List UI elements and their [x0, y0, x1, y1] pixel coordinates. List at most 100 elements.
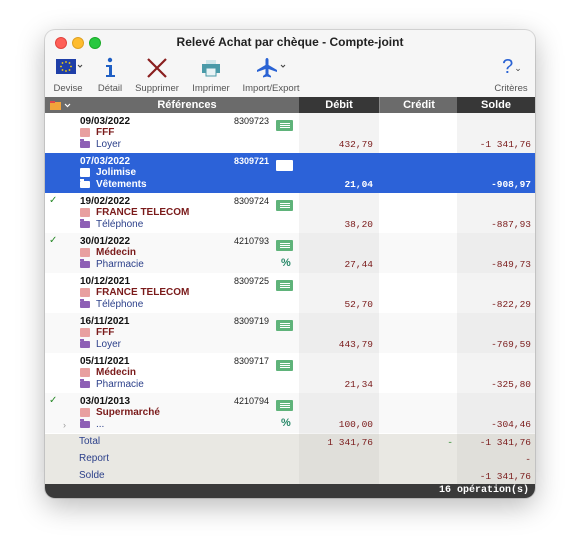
status-bar: 16 opération(s): [45, 484, 535, 498]
column-header-debit[interactable]: Débit: [299, 97, 379, 113]
memo-icon[interactable]: [276, 280, 293, 291]
table-row[interactable]: 07/03/2022 8309721 Jolimise Vêtements 21,04 -…: [45, 153, 535, 193]
title-bar: Relevé Achat par chèque - Compte-joint: [45, 30, 535, 54]
table-header: Références Débit Crédit Solde: [45, 97, 535, 113]
payee-icon: [80, 168, 90, 177]
payee-icon: [80, 128, 90, 137]
category-folder-icon: [80, 339, 90, 348]
category-folder-icon: [80, 259, 90, 268]
row-date: 03/01/2013: [80, 396, 131, 407]
memo-icon[interactable]: [276, 120, 293, 131]
row-category: Loyer: [96, 339, 122, 350]
imprimer-label: Imprimer: [192, 83, 230, 94]
memo-icon[interactable]: [276, 240, 293, 251]
row-cheque-number: 8309717: [233, 356, 269, 366]
airplane-icon: [255, 56, 289, 80]
payee-icon: [80, 368, 90, 377]
table-row[interactable]: 09/03/2022 8309723 FFF Loyer 432,79 -1 341,76: [45, 113, 535, 153]
payee-icon: [80, 288, 90, 297]
help-glyph: ?: [502, 56, 514, 78]
report-row: Report -: [45, 451, 535, 468]
row-debit: 52,70: [344, 299, 373, 310]
row-category: Loyer: [96, 139, 122, 150]
split-percent-icon: %: [281, 257, 291, 269]
row-payee: FFF: [96, 327, 115, 338]
devise-button[interactable]: Devise: [51, 54, 85, 97]
row-cheque-number: 8309721: [233, 156, 269, 166]
import-export-label: Import/Export: [242, 83, 300, 94]
memo-icon[interactable]: [276, 160, 293, 171]
expand-chevron-icon[interactable]: ›: [63, 420, 66, 430]
row-cheque-number: 4210793: [233, 236, 269, 246]
table-row[interactable]: ✓ 03/01/2013 4210794 Supermarché...% 100,00 -…: [45, 393, 535, 433]
row-date: 07/03/2022: [80, 156, 131, 167]
row-date: 19/02/2022: [80, 196, 131, 207]
row-solde: -849,73: [491, 259, 531, 270]
row-solde: -887,93: [491, 219, 531, 230]
category-folder-icon: [80, 299, 90, 308]
toolbar: Devise Détail Supprimer Imprimer Import/…: [45, 54, 535, 97]
column-header-solde[interactable]: Solde: [457, 97, 535, 113]
column-header-references[interactable]: Références: [75, 97, 299, 113]
payee-icon: [80, 408, 90, 417]
solde-row: Solde -1 341,76: [45, 468, 535, 485]
row-category: Téléphone: [96, 219, 144, 230]
row-payee: FRANCE TELECOM: [96, 287, 190, 298]
total-row: Total 1 341,76 - -1 341,76: [45, 434, 535, 451]
row-category: Téléphone: [96, 299, 144, 310]
table-row[interactable]: ✓ 30/01/2022 4210793 Médecin Pharmacie% 27,44…: [45, 233, 535, 273]
row-debit: 27,44: [344, 259, 373, 270]
payee-icon: [80, 328, 90, 337]
report-solde: -: [525, 454, 531, 465]
info-icon: [100, 56, 120, 80]
column-header-credit[interactable]: Crédit: [379, 97, 458, 113]
delete-x-icon: [146, 56, 168, 80]
imprimer-button[interactable]: Imprimer: [189, 54, 233, 97]
row-payee: Médecin: [96, 247, 137, 258]
supprimer-label: Supprimer: [135, 83, 179, 94]
detail-button[interactable]: Détail: [93, 54, 127, 97]
row-solde: -304,46: [491, 419, 531, 430]
category-folder-icon: [80, 179, 90, 188]
report-label: Report: [79, 453, 110, 464]
detail-label: Détail: [97, 83, 123, 94]
supprimer-button[interactable]: Supprimer: [131, 54, 183, 97]
memo-icon[interactable]: [276, 400, 293, 411]
row-payee: FFF: [96, 127, 115, 138]
reconciled-check[interactable]: ✓: [49, 195, 57, 206]
split-percent-icon: %: [281, 417, 291, 429]
total-label: Total: [79, 436, 101, 447]
category-folder-icon: [80, 139, 90, 148]
row-payee: Médecin: [96, 367, 137, 378]
eu-flag-icon: [55, 56, 83, 80]
table-row[interactable]: 10/12/2021 8309725 FRANCE TELECOM Téléphone…: [45, 273, 535, 313]
window-title: Relevé Achat par chèque - Compte-joint: [176, 35, 404, 49]
row-date: 30/01/2022: [80, 236, 131, 247]
criteres-button[interactable]: ?⌄ Critères: [491, 54, 531, 97]
memo-icon[interactable]: [276, 320, 293, 331]
row-cheque-number: 4210794: [233, 396, 269, 406]
criteres-label: Critères: [494, 83, 528, 94]
table-row[interactable]: 05/11/2021 8309717 Médecin Pharmacie 21,34 -3…: [45, 353, 535, 393]
row-cheque-number: 8309724: [233, 196, 269, 206]
table-row[interactable]: ✓ 19/02/2022 8309724 FRANCE TELECOM Téléphon…: [45, 193, 535, 233]
folder-menu-icon: [50, 101, 71, 110]
reconciled-check[interactable]: ✓: [49, 235, 57, 246]
reconciled-check[interactable]: ✓: [49, 395, 57, 406]
row-category: Vêtements: [96, 179, 147, 190]
import-export-button[interactable]: Import/Export: [241, 54, 301, 97]
row-solde: -908,97: [491, 179, 531, 190]
column-options-button[interactable]: [45, 97, 75, 113]
category-folder-icon: [80, 379, 90, 388]
table-row[interactable]: 16/11/2021 8309719 FFF Loyer 443,79 -769,59: [45, 313, 535, 353]
operations-count: 16 opération(s): [438, 485, 529, 496]
total-credit: -: [447, 437, 453, 448]
memo-icon[interactable]: [276, 200, 293, 211]
row-date: 16/11/2021: [80, 316, 130, 327]
total-solde: -1 341,76: [479, 437, 531, 448]
statement-window: Relevé Achat par chèque - Compte-joint D…: [45, 30, 535, 498]
memo-icon[interactable]: [276, 360, 293, 371]
payee-icon: [80, 248, 90, 257]
row-date: 10/12/2021: [80, 276, 131, 287]
payee-icon: [80, 208, 90, 217]
